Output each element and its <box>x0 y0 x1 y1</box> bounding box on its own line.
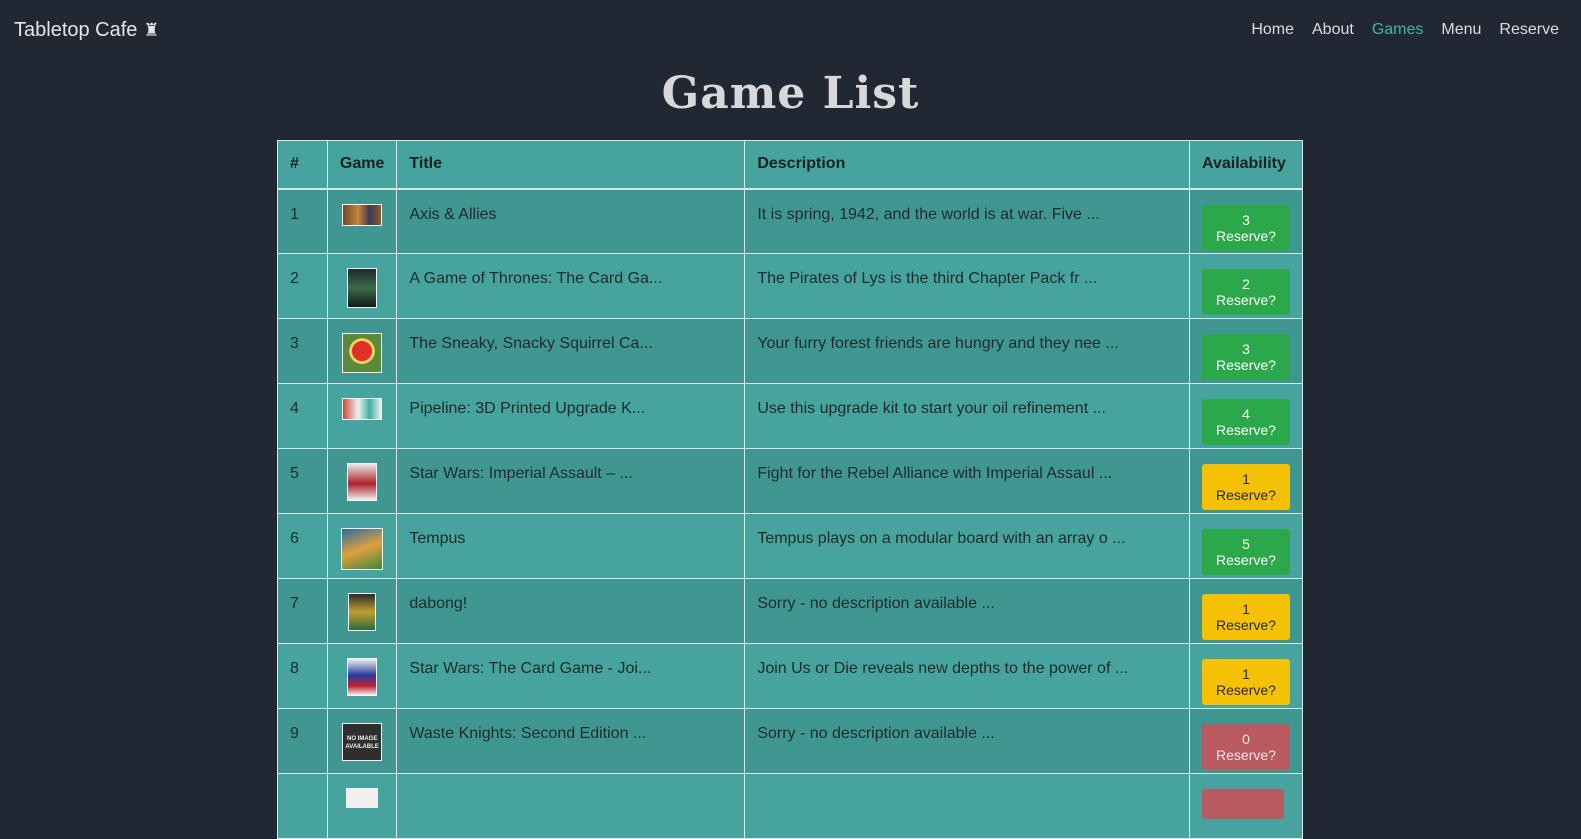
game-thumbnail: NO IMAGE AVAILABLE <box>342 723 383 761</box>
game-thumbnail <box>348 593 377 631</box>
brand[interactable]: Tabletop Cafe ♜ <box>14 19 160 42</box>
nav-link-menu[interactable]: Menu <box>1441 21 1481 39</box>
game-thumbnail <box>342 333 383 373</box>
game-title: Star Wars: The Card Game - Joi... <box>396 643 746 709</box>
game-description: Fight for the Rebel Alliance with Imperi… <box>744 448 1190 514</box>
game-image-cell <box>326 253 398 319</box>
column-header-title: Title <box>396 140 746 189</box>
nav-link-about[interactable]: About <box>1312 21 1354 39</box>
row-number: 5 <box>277 448 328 514</box>
table-body: 1 Axis & Allies It is spring, 1942, and th… <box>277 188 1304 839</box>
reserve-button[interactable]: 1 Reserve? <box>1201 464 1290 510</box>
column-header-game: Game <box>326 140 398 189</box>
table-row <box>277 773 1304 839</box>
game-title: dabong! <box>396 578 746 644</box>
row-number: 8 <box>277 643 328 709</box>
row-number <box>277 773 328 839</box>
game-image-cell <box>326 383 398 449</box>
game-title: A Game of Thrones: The Card Ga... <box>396 253 746 319</box>
table-row: 1 Axis & Allies It is spring, 1942, and th… <box>277 188 1304 254</box>
game-description: Tempus plays on a modular board with an … <box>744 513 1190 579</box>
row-number: 2 <box>277 253 328 319</box>
game-image-cell <box>326 578 398 644</box>
nav-link-home[interactable]: Home <box>1251 21 1294 39</box>
table-row: 7 dabong! Sorry - no description available… <box>277 578 1304 644</box>
reserve-button[interactable] <box>1201 789 1284 819</box>
nav-link-reserve[interactable]: Reserve <box>1499 21 1559 39</box>
reserve-button[interactable]: 3 Reserve? <box>1201 334 1290 380</box>
game-description: Sorry - no description available ... <box>744 578 1190 644</box>
table-row: 3 The Sneaky, Snacky Squirrel Ca... Your f… <box>277 318 1304 384</box>
game-description: Sorry - no description available ... <box>744 708 1190 774</box>
game-thumbnail <box>342 398 383 420</box>
game-image-cell <box>326 513 398 579</box>
availability-cell: 1 Reserve? <box>1188 578 1304 644</box>
availability-cell: 2 Reserve? <box>1188 253 1304 319</box>
availability-cell: 4 Reserve? <box>1188 383 1304 449</box>
column-header-number: # <box>277 140 328 189</box>
table-row: 9 NO IMAGE AVAILABLE Waste Knights: Second… <box>277 708 1304 774</box>
row-number: 4 <box>277 383 328 449</box>
column-header-availability: Availability <box>1188 140 1304 189</box>
game-thumbnail <box>347 658 378 696</box>
game-image-cell <box>326 318 398 384</box>
page-title: Game List <box>661 68 920 119</box>
game-thumbnail <box>342 203 383 226</box>
nav-link-games[interactable]: Games <box>1372 21 1424 39</box>
availability-cell: 1 Reserve? <box>1188 643 1304 709</box>
game-description: Use this upgrade kit to start your oil r… <box>744 383 1190 449</box>
game-thumbnail <box>347 268 378 308</box>
game-title: Axis & Allies <box>396 188 746 254</box>
game-image-cell <box>326 188 398 254</box>
row-number: 6 <box>277 513 328 579</box>
table-row: 6 Tempus Tempus plays on a modular board w… <box>277 513 1304 579</box>
game-image-cell: NO IMAGE AVAILABLE <box>326 708 398 774</box>
game-description: It is spring, 1942, and the world is at … <box>744 188 1190 254</box>
navbar: Tabletop Cafe ♜ Home About Games Menu Re… <box>0 0 1581 60</box>
game-description: The Pirates of Lys is the third Chapter … <box>744 253 1190 319</box>
table-row: 8 Star Wars: The Card Game - Joi... Join U… <box>277 643 1304 709</box>
availability-cell: 5 Reserve? <box>1188 513 1304 579</box>
game-title: Tempus <box>396 513 746 579</box>
game-title: Star Wars: Imperial Assault – ... <box>396 448 746 514</box>
game-description <box>744 773 1190 839</box>
availability-cell <box>1188 773 1304 839</box>
nav-links: Home About Games Menu Reserve <box>1251 21 1559 39</box>
row-number: 7 <box>277 578 328 644</box>
game-image-cell <box>326 773 398 839</box>
table-row: 2 A Game of Thrones: The Card Ga... The Pi… <box>277 253 1304 319</box>
row-number: 3 <box>277 318 328 384</box>
reserve-button[interactable]: 3 Reserve? <box>1201 204 1290 251</box>
table-row: 4 Pipeline: 3D Printed Upgrade K... Use th… <box>277 383 1304 449</box>
reserve-button[interactable]: 4 Reserve? <box>1201 399 1290 445</box>
game-title: Waste Knights: Second Edition ... <box>396 708 746 774</box>
game-title <box>396 773 746 839</box>
game-description: Join Us or Die reveals new depths to the… <box>744 643 1190 709</box>
reserve-button[interactable]: 1 Reserve? <box>1201 594 1290 640</box>
rook-castle-icon: ♜ <box>143 19 160 40</box>
row-number: 1 <box>277 188 328 254</box>
reserve-button[interactable]: 1 Reserve? <box>1201 659 1290 705</box>
availability-cell: 1 Reserve? <box>1188 448 1304 514</box>
availability-cell: 3 Reserve? <box>1188 318 1304 384</box>
game-title: The Sneaky, Snacky Squirrel Ca... <box>396 318 746 384</box>
reserve-button[interactable]: 5 Reserve? <box>1201 529 1290 575</box>
availability-cell: 3 Reserve? <box>1188 188 1304 254</box>
column-header-description: Description <box>744 140 1190 189</box>
game-title: Pipeline: 3D Printed Upgrade K... <box>396 383 746 449</box>
game-thumbnail <box>341 528 384 570</box>
table-header: # Game Title Description Availability <box>277 140 1304 189</box>
reserve-button[interactable]: 0 Reserve? <box>1201 724 1290 770</box>
row-number: 9 <box>277 708 328 774</box>
reserve-button[interactable]: 2 Reserve? <box>1201 269 1290 315</box>
game-thumbnail <box>346 788 379 808</box>
game-description: Your furry forest friends are hungry and… <box>744 318 1190 384</box>
availability-cell: 0 Reserve? <box>1188 708 1304 774</box>
game-table: # Game Title Description Availability 1 A… <box>277 140 1304 839</box>
game-image-cell <box>326 643 398 709</box>
game-image-cell <box>326 448 398 514</box>
game-thumbnail <box>347 463 378 501</box>
brand-name: Tabletop Cafe <box>14 18 138 41</box>
table-row: 5 Star Wars: Imperial Assault – ... Fight … <box>277 448 1304 514</box>
